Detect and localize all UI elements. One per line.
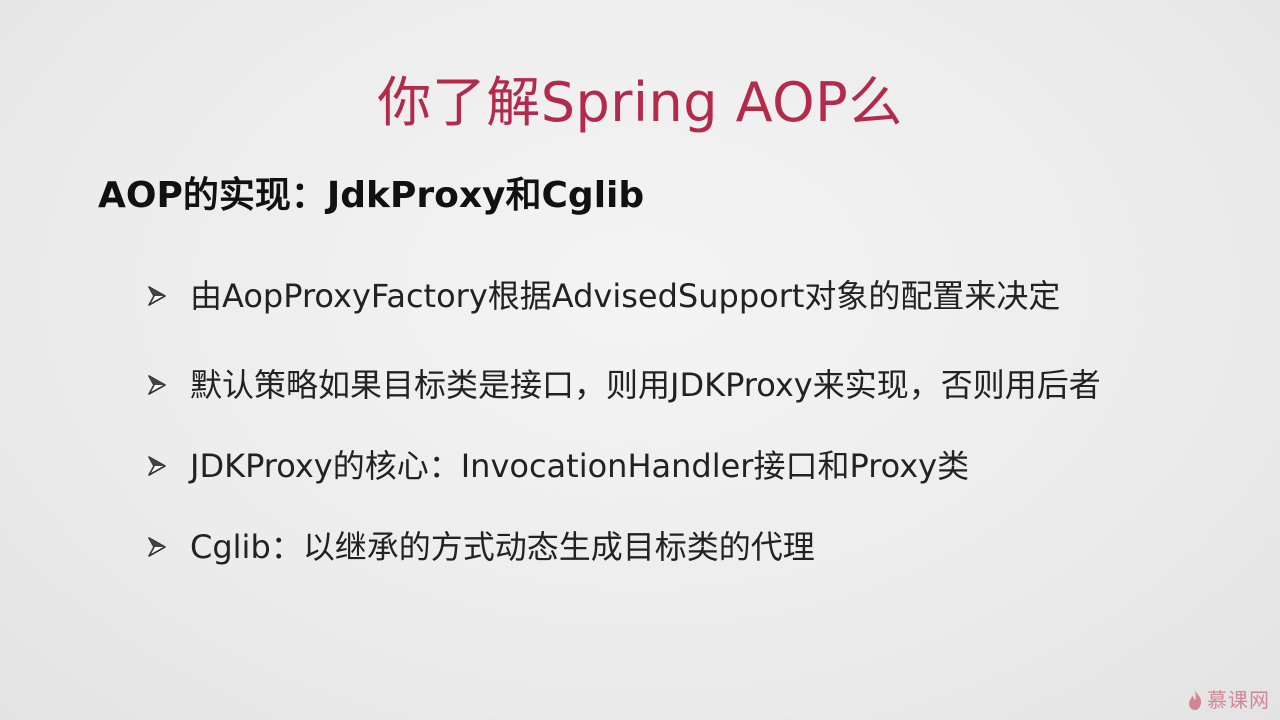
bullet-text: JDKProxy的核心：InvocationHandler接口和Proxy类 <box>190 447 970 485</box>
arrow-bullet-icon <box>148 375 166 395</box>
arrow-bullet-icon <box>148 286 166 306</box>
bullet-item: JDKProxy的核心：InvocationHandler接口和Proxy类 <box>146 440 969 492</box>
bullet-item: 默认策略如果目标类是接口，则用JDKProxy来实现，否则用后者 <box>146 359 1101 411</box>
watermark-logo: 慕课网 <box>1186 688 1270 712</box>
bullet-text: 默认策略如果目标类是接口，则用JDKProxy来实现，否则用后者 <box>190 366 1101 404</box>
slide-subtitle: AOP的实现：JdkProxy和Cglib <box>98 175 645 216</box>
arrow-bullet-icon <box>148 537 166 557</box>
bullet-item: Cglib：以继承的方式动态生成目标类的代理 <box>146 521 815 573</box>
bullet-text: 由AopProxyFactory根据AdvisedSupport对象的配置来决定 <box>190 277 1061 315</box>
flame-icon <box>1189 690 1202 710</box>
bullet-text: Cglib：以继承的方式动态生成目标类的代理 <box>190 528 815 566</box>
bullet-item: 由AopProxyFactory根据AdvisedSupport对象的配置来决定 <box>146 270 1060 322</box>
watermark-text: 慕课网 <box>1207 688 1270 712</box>
slide: 你了解Spring AOP么 AOP的实现：JdkProxy和Cglib 由Ao… <box>0 0 1280 720</box>
slide-title: 你了解Spring AOP么 <box>377 71 903 134</box>
arrow-bullet-icon <box>148 456 166 476</box>
